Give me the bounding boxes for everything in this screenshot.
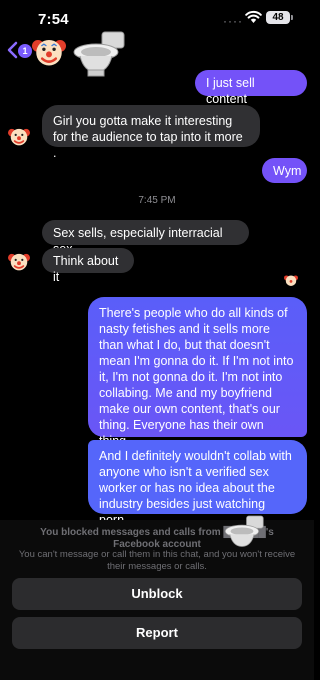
- outgoing-message[interactable]: And I definitely wouldn't collab with an…: [88, 440, 307, 527]
- unread-badge[interactable]: 1: [18, 44, 32, 58]
- incoming-message[interactable]: Girl you gotta make it interesting for t…: [42, 105, 260, 160]
- wifi-icon: [245, 10, 262, 23]
- incoming-message[interactable]: Sex sells, especially interracial sex: [42, 220, 249, 256]
- status-time: 7:54: [38, 11, 69, 28]
- blocked-description: You can't message or call them in this c…: [18, 549, 296, 572]
- clown-face-icon[interactable]: [8, 125, 30, 147]
- timestamp: 7:45 PM: [138, 195, 176, 206]
- clown-face-icon[interactable]: [8, 250, 30, 272]
- toilet-icon: [224, 515, 264, 547]
- toilet-icon: [73, 31, 125, 77]
- battery-indicator: 48: [266, 11, 290, 24]
- outgoing-message[interactable]: There's people who do all kinds of nasty…: [88, 297, 307, 448]
- incoming-message[interactable]: Think about it: [42, 248, 134, 284]
- battery-tip: [291, 15, 293, 20]
- unblock-button[interactable]: Unblock: [12, 578, 302, 610]
- report-button[interactable]: Report: [12, 617, 302, 649]
- clown-face-icon[interactable]: [32, 34, 66, 68]
- signal-icon: ····: [223, 14, 243, 28]
- read-receipt-clown-icon: [284, 275, 298, 286]
- outgoing-message[interactable]: Wym: [262, 158, 307, 183]
- outgoing-message[interactable]: I just sell content: [195, 70, 307, 106]
